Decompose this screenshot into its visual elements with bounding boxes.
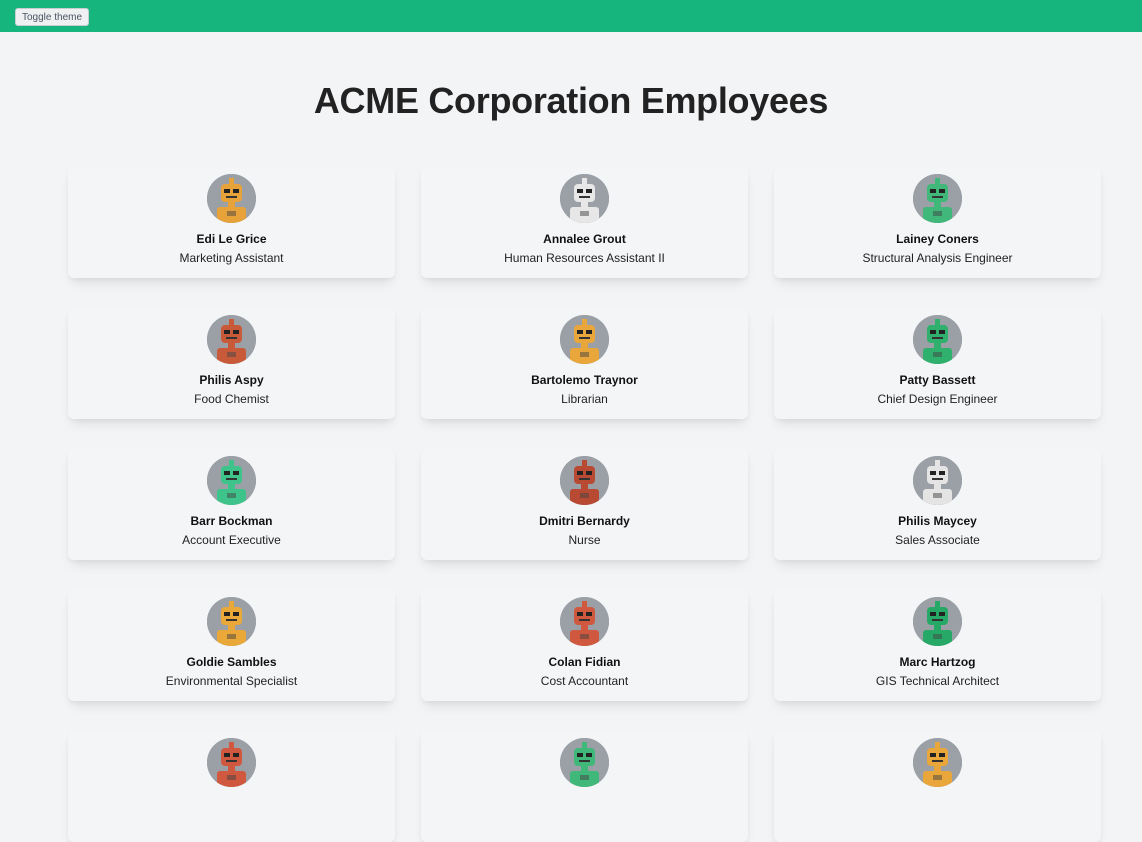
employee-card[interactable]: Dmitri Bernardy Nurse [421,448,748,560]
employee-job-title: Nurse [568,533,601,547]
employee-name: Bartolemo Traynor [531,373,638,387]
robot-avatar-icon [207,315,256,364]
top-bar: Toggle theme [0,0,1142,32]
employee-grid: Edi Le Grice Marketing Assistant Annalee G… [68,166,1101,842]
employee-card[interactable]: Lainey Coners Structural Analysis Enginee… [774,166,1101,278]
robot-avatar-icon [560,597,609,646]
robot-avatar-icon [560,315,609,364]
employee-name: Annalee Grout [543,232,626,246]
employee-name: Barr Bockman [190,514,273,528]
employee-card[interactable] [774,730,1101,842]
employee-card[interactable]: Marc Hartzog GIS Technical Architect [774,589,1101,701]
employee-job-title: Account Executive [182,533,281,547]
employee-job-title: Structural Analysis Engineer [862,251,1013,265]
employee-card[interactable]: Colan Fidian Cost Accountant [421,589,748,701]
employee-job-title: Environmental Specialist [165,674,298,688]
employee-name: Goldie Sambles [186,655,277,669]
employee-name: Patty Bassett [899,373,976,387]
employee-job-title: Food Chemist [194,392,269,406]
employee-name: Lainey Coners [896,232,979,246]
employee-name: Marc Hartzog [899,655,976,669]
page-title: ACME Corporation Employees [313,80,829,121]
employee-card[interactable] [68,730,395,842]
employee-name: Philis Aspy [199,373,264,387]
robot-avatar-icon [207,738,256,787]
robot-avatar-icon [913,174,962,223]
employee-card[interactable]: Goldie Sambles Environmental Specialist [68,589,395,701]
robot-avatar-icon [560,174,609,223]
employee-job-title: Librarian [561,392,608,406]
employee-name: Philis Maycey [898,514,977,528]
employee-name: Dmitri Bernardy [539,514,630,528]
employee-card[interactable] [421,730,748,842]
employee-job-title: Marketing Assistant [179,251,284,265]
employee-job-title: Cost Accountant [540,674,629,688]
employee-card[interactable]: Bartolemo Traynor Librarian [421,307,748,419]
employee-job-title: Sales Associate [895,533,980,547]
employee-job-title: GIS Technical Architect [875,674,1000,688]
employee-job-title: Human Resources Assistant II [504,251,665,265]
employee-card[interactable]: Philis Maycey Sales Associate [774,448,1101,560]
robot-avatar-icon [913,597,962,646]
employee-card[interactable]: Annalee Grout Human Resources Assistant I… [421,166,748,278]
employee-job-title: Chief Design Engineer [877,392,998,406]
robot-avatar-icon [560,456,609,505]
robot-avatar-icon [913,456,962,505]
employee-name: Colan Fidian [548,655,621,669]
employee-card[interactable]: Barr Bockman Account Executive [68,448,395,560]
robot-avatar-icon [207,597,256,646]
employee-card[interactable]: Patty Bassett Chief Design Engineer [774,307,1101,419]
employee-name: Edi Le Grice [196,232,267,246]
robot-avatar-icon [560,738,609,787]
robot-avatar-icon [913,738,962,787]
robot-avatar-icon [207,174,256,223]
robot-avatar-icon [207,456,256,505]
employee-card[interactable]: Philis Aspy Food Chemist [68,307,395,419]
employee-card[interactable]: Edi Le Grice Marketing Assistant [68,166,395,278]
robot-avatar-icon [913,315,962,364]
toggle-theme-button[interactable]: Toggle theme [15,8,90,26]
